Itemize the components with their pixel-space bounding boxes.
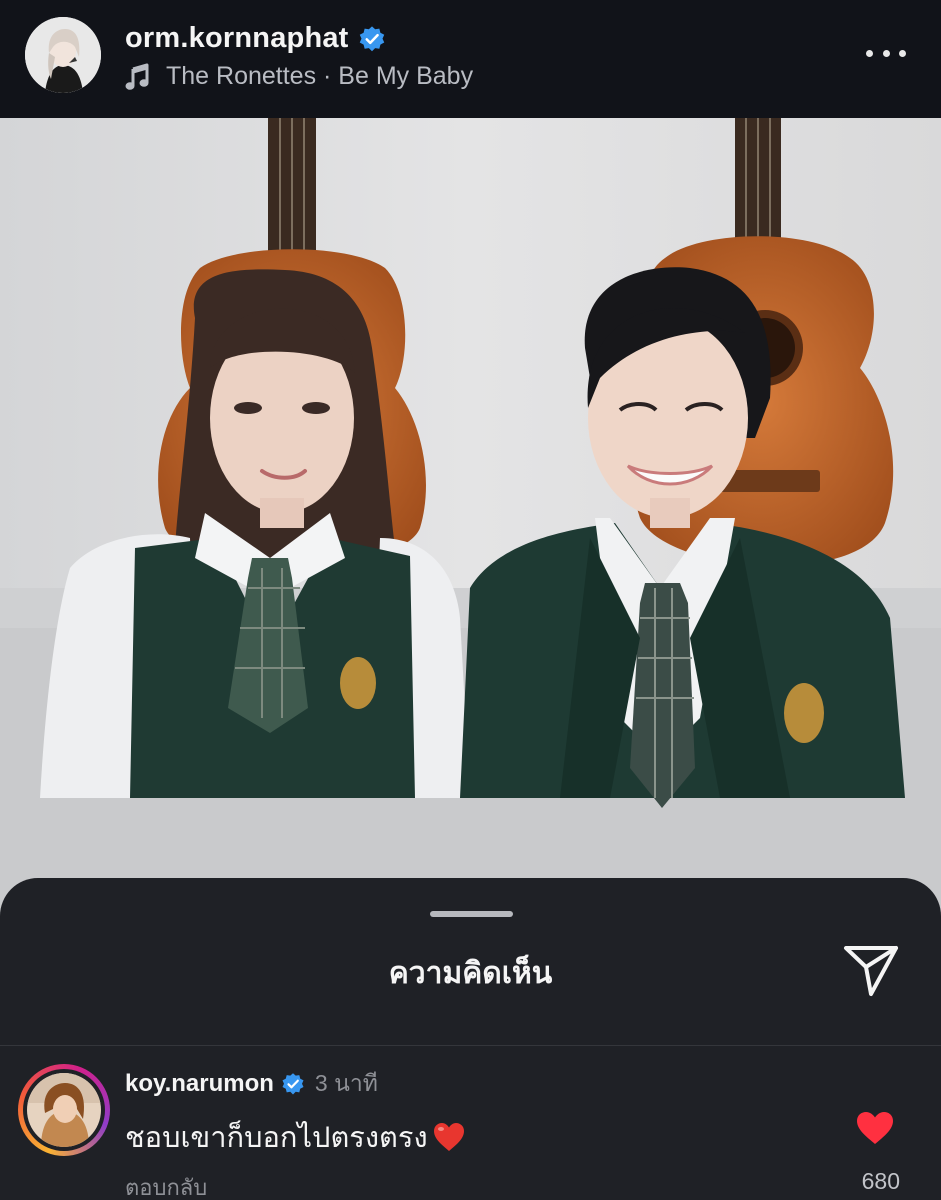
send-icon[interactable] — [842, 943, 900, 999]
instagram-story-comments-screen: orm.kornnaphat The Ronettes · Be My Baby — [0, 0, 941, 1200]
more-options-icon[interactable] — [866, 40, 906, 66]
post-header: orm.kornnaphat The Ronettes · Be My Baby — [0, 0, 941, 118]
dot — [882, 49, 890, 57]
heart-filled-icon[interactable] — [855, 1110, 895, 1146]
comments-sheet: ความคิดเห็น koy.narumon 3 นาที ชอบเขาก็บ… — [0, 878, 941, 1200]
dot — [866, 49, 873, 57]
verified-badge-icon — [282, 1073, 304, 1095]
music-note-icon — [125, 63, 149, 90]
comment-timestamp: 3 นาที — [314, 1070, 378, 1096]
verified-badge-icon — [359, 25, 384, 51]
red-heart-emoji-icon — [433, 1123, 464, 1151]
comment-text-body: ชอบเขาก็บอกไปตรงตรง — [125, 1122, 428, 1154]
sheet-drag-handle[interactable] — [430, 911, 513, 917]
commenter-username-text[interactable]: koy.narumon — [125, 1070, 274, 1098]
music-attribution[interactable]: The Ronettes · Be My Baby — [125, 62, 473, 91]
reply-button[interactable]: ตอบกลับ — [125, 1170, 207, 1200]
commenter-username[interactable]: koy.narumon 3 นาที — [125, 1066, 378, 1102]
avatar-image — [27, 1073, 101, 1147]
author-avatar[interactable] — [25, 17, 101, 93]
dot — [899, 49, 906, 57]
comments-title: ความคิดเห็น — [388, 957, 553, 990]
author-username-text[interactable]: orm.kornnaphat — [125, 22, 349, 55]
post-photo[interactable] — [0, 118, 941, 918]
author-username[interactable]: orm.kornnaphat — [125, 22, 386, 55]
comment-item: koy.narumon 3 นาที ชอบเขาก็บอกไปตรงตรง ต… — [0, 1046, 941, 1200]
avatar-inner — [23, 1069, 105, 1151]
commenter-avatar[interactable] — [18, 1064, 110, 1156]
comment-text: ชอบเขาก็บอกไปตรงตรง — [125, 1114, 466, 1160]
music-label: The Ronettes · Be My Baby — [166, 62, 474, 90]
like-count: 680 — [861, 1168, 900, 1194]
